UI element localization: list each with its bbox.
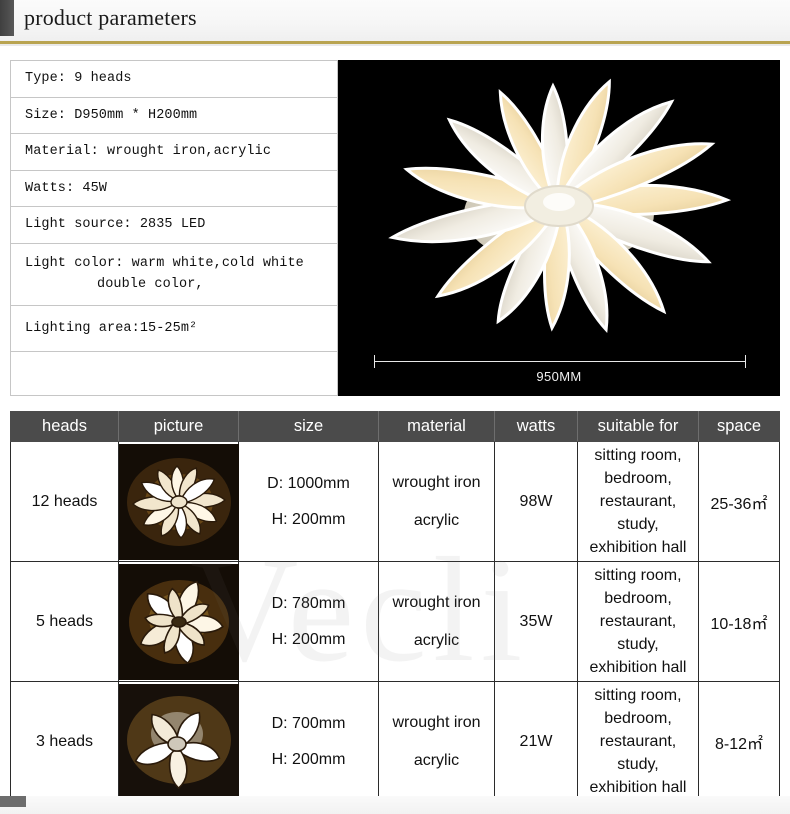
cell-size-diameter: D: 1000mm [267, 474, 350, 492]
cell-heads: 3 heads [10, 681, 119, 802]
lamp-5-heads-icon [119, 563, 239, 680]
cell-size: D: 1000mm H: 200mm [238, 441, 379, 562]
cell-heads: 12 heads [10, 441, 119, 562]
cell-size-height: H: 200mm [271, 510, 346, 528]
lamp-thumbnail [119, 443, 239, 560]
cell-watts: 35W [494, 561, 578, 682]
spec-row-lighting-area: Lighting area:15-25m² [11, 306, 337, 352]
cell-size-diameter: D: 700mm [271, 714, 346, 732]
lamp-thumbnail [119, 563, 239, 680]
cell-size-height: H: 200mm [271, 750, 346, 768]
column-header-suitable-for: suitable for [577, 411, 699, 442]
spec-row-empty [11, 352, 337, 396]
column-header-material: material [378, 411, 495, 442]
cell-suitable-for: sitting room, bedroom, restaurant, study… [577, 441, 699, 562]
page-footer [0, 796, 790, 814]
specification-table: Type: 9 heads Size: D950mm * H200mm Mate… [10, 60, 338, 396]
dimension-label: 950MM [536, 369, 582, 384]
cell-space: 25-36㎡ [698, 441, 780, 562]
cell-material-primary: wrought iron [392, 713, 481, 731]
lamp-3-heads-icon [119, 683, 239, 800]
cell-watts: 21W [494, 681, 578, 802]
column-header-heads: heads [10, 411, 119, 442]
cell-material: wrought iron acrylic [378, 441, 495, 562]
cell-picture [118, 681, 239, 802]
cell-material-primary: wrought iron [392, 473, 481, 491]
header-accent-tab [0, 0, 14, 36]
page-title: product parameters [24, 5, 197, 30]
spec-row-type: Type: 9 heads [11, 61, 337, 98]
cell-space: 10-18㎡ [698, 561, 780, 682]
spec-row-watts: Watts: 45W [11, 171, 337, 207]
cell-material-primary: wrought iron [392, 593, 481, 611]
dimension-line [374, 355, 746, 368]
comparison-table: heads picture size material watts suitab… [10, 411, 780, 802]
lamp-12-heads-icon [119, 443, 239, 560]
column-header-size: size [238, 411, 379, 442]
column-header-space: space [698, 411, 780, 442]
cell-suitable-for: sitting room, bedroom, restaurant, study… [577, 681, 699, 802]
table-row: 5 heads D: 780mm H: 200mm wrought iron a… [10, 561, 780, 682]
spec-light-color-line1: Light color: warm white,cold white [25, 255, 304, 271]
spec-row-material: Material: wrought iron,acrylic [11, 134, 337, 171]
header-divider [0, 41, 790, 46]
table-row: 12 heads D: 1000mm H: 200mm wrought iron… [10, 441, 780, 562]
footer-accent-tab [0, 796, 26, 807]
cell-size: D: 700mm H: 200mm [238, 681, 379, 802]
spec-row-size: Size: D950mm * H200mm [11, 98, 337, 134]
cell-material-secondary: acrylic [413, 631, 460, 649]
cell-picture [118, 441, 239, 562]
cell-space: 8-12㎡ [698, 681, 780, 802]
table-row: 3 heads D: 700mm H: 200mm wrought iron a… [10, 681, 780, 802]
column-header-watts: watts [494, 411, 578, 442]
cell-size: D: 780mm H: 200mm [238, 561, 379, 682]
lamp-thumbnail [119, 683, 239, 800]
table-header-row: heads picture size material watts suitab… [10, 411, 780, 442]
cell-size-diameter: D: 780mm [271, 594, 346, 612]
cell-suitable-for: sitting room, bedroom, restaurant, study… [577, 561, 699, 682]
spec-row-light-source: Light source: 2835 LED [11, 207, 337, 244]
cell-heads: 5 heads [10, 561, 119, 682]
spec-light-color-line2: double color, [97, 276, 204, 292]
cell-picture [118, 561, 239, 682]
column-header-picture: picture [118, 411, 239, 442]
ceiling-lamp-illustration [388, 78, 732, 333]
product-photo: 950MM [338, 60, 780, 396]
spec-row-light-color: Light color: warm white,cold white doubl… [11, 244, 337, 306]
cell-material: wrought iron acrylic [378, 561, 495, 682]
cell-size-height: H: 200mm [271, 630, 346, 648]
cell-watts: 98W [494, 441, 578, 562]
cell-material-secondary: acrylic [413, 751, 460, 769]
page-header: product parameters [0, 0, 790, 42]
cell-material: wrought iron acrylic [378, 681, 495, 802]
product-parameters-page: product parameters Type: 9 heads Size: D… [0, 0, 790, 814]
cell-material-secondary: acrylic [413, 511, 460, 529]
